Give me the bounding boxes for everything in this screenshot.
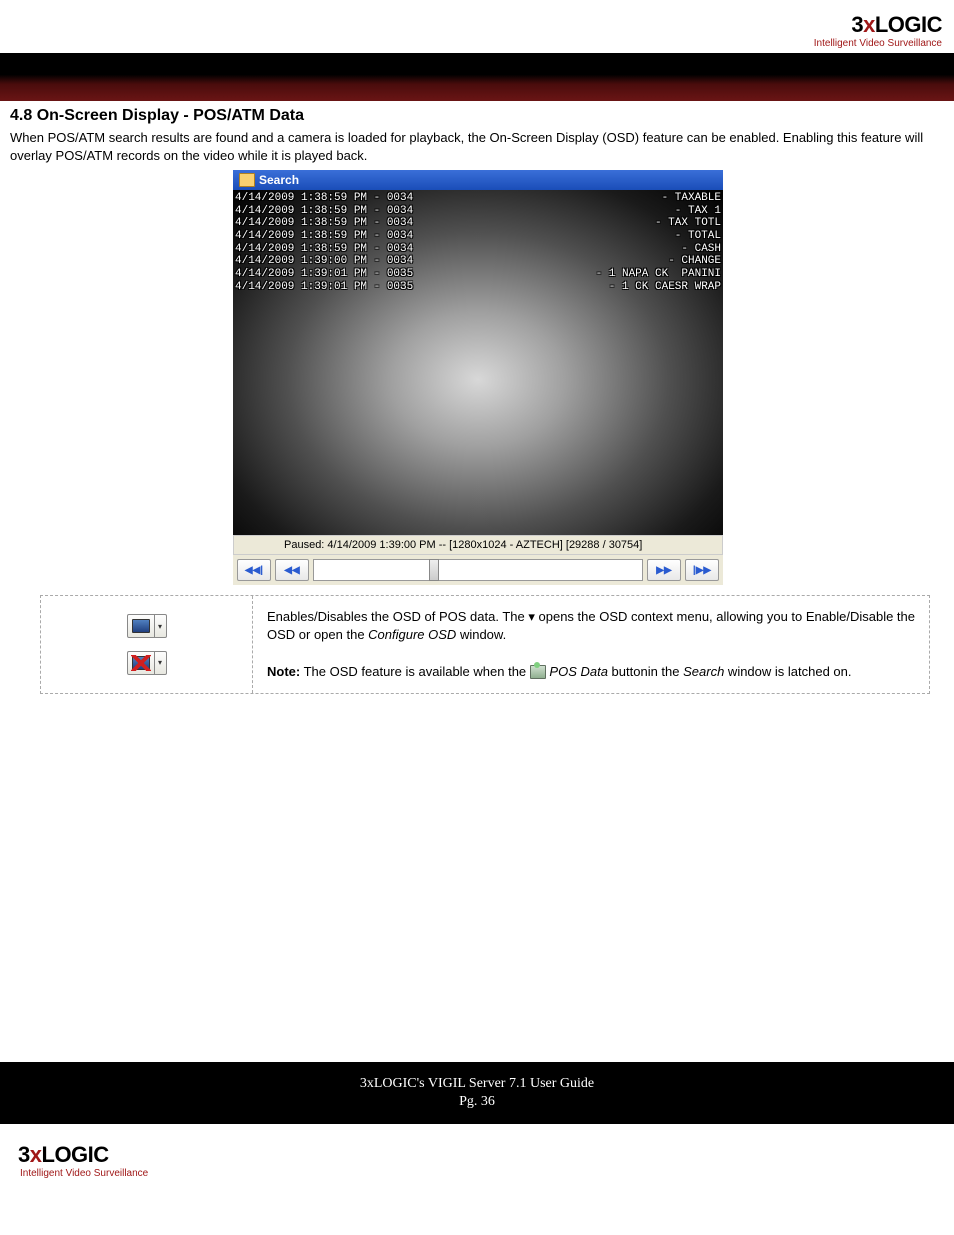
monitor-icon — [127, 614, 155, 638]
search-title: Search — [259, 173, 299, 187]
footer-band: 3xLOGIC's VIGIL Server 7.1 User Guide Pg… — [0, 1062, 954, 1124]
logo-tagline: Intelligent Video Surveillance — [0, 38, 942, 49]
forward-fast-button[interactable]: |▶▶ — [685, 559, 719, 581]
playback-slider[interactable] — [313, 559, 643, 581]
banner-bar — [0, 53, 954, 101]
folder-icon — [239, 173, 255, 187]
section-heading: 4.8 On-Screen Display - POS/ATM Data — [10, 107, 946, 125]
osd-overlay: 4/14/2009 1:38:59 PM - 0034- TAXABLE4/14… — [235, 192, 721, 293]
note-label: Note: — [267, 664, 300, 679]
desc-line1: Enables/Disables the OSD of POS data. Th… — [267, 608, 915, 644]
dropdown-icon[interactable]: ▾ — [155, 614, 167, 638]
playback-status: Paused: 4/14/2009 1:39:00 PM -- [1280x10… — [233, 535, 723, 555]
pos-data-ref: POS Data — [549, 664, 608, 679]
osd-row: 4/14/2009 1:38:59 PM - 0034- TAX TOTL — [235, 217, 721, 230]
osd-row: 4/14/2009 1:38:59 PM - 0034- TAXABLE — [235, 192, 721, 205]
rewind-button[interactable]: ◀◀ — [275, 559, 309, 581]
logo: 3xLOGIC — [0, 12, 942, 38]
osd-row: 4/14/2009 1:39:01 PM - 0035- 1 CK CAESR … — [235, 281, 721, 294]
logo-logic: LOGIC — [875, 12, 942, 37]
rewind-fast-button[interactable]: ◀◀| — [237, 559, 271, 581]
footer-title: 3xLOGIC's VIGIL Server 7.1 User Guide — [0, 1076, 954, 1092]
logo: 3xLOGIC — [18, 1142, 954, 1168]
search-window-screenshot: Search 4/14/2009 1:38:59 PM - 0034- TAXA… — [233, 170, 723, 585]
icon-cell: ▾ ▾ — [41, 596, 253, 693]
logo-3: 3 — [851, 12, 863, 37]
logo-x: x — [863, 12, 875, 37]
osd-row: 4/14/2009 1:38:59 PM - 0034- TAX 1 — [235, 205, 721, 218]
pos-data-icon — [530, 665, 546, 679]
footer-logo-block: 3xLOGIC Intelligent Video Surveillance — [0, 1124, 954, 1191]
slider-thumb[interactable] — [429, 559, 439, 581]
intro-paragraph: When POS/ATM search results are found an… — [10, 129, 946, 164]
footer-page: Pg. 36 — [0, 1094, 954, 1110]
monitor-disabled-icon — [127, 651, 155, 675]
desc-note: Note: The OSD feature is available when … — [267, 663, 915, 681]
whitespace-filler — [0, 702, 954, 1062]
osd-enable-button[interactable]: ▾ — [127, 614, 167, 638]
dropdown-icon[interactable]: ▾ — [155, 651, 167, 675]
content-area: 4.8 On-Screen Display - POS/ATM Data Whe… — [0, 101, 954, 702]
video-frame: 4/14/2009 1:38:59 PM - 0034- TAXABLE4/14… — [233, 190, 723, 535]
search-window-ref: Search — [683, 664, 724, 679]
logo-tagline: Intelligent Video Surveillance — [20, 1168, 954, 1179]
osd-disable-button[interactable]: ▾ — [127, 651, 167, 675]
forward-button[interactable]: ▶▶ — [647, 559, 681, 581]
header-logo-block: 3xLOGIC Intelligent Video Surveillance — [0, 0, 954, 53]
description-text: Enables/Disables the OSD of POS data. Th… — [253, 596, 929, 693]
description-table: ▾ ▾ Enables/Disables the OSD of POS data… — [40, 595, 930, 694]
osd-row: 4/14/2009 1:38:59 PM - 0034- CASH — [235, 243, 721, 256]
osd-row: 4/14/2009 1:39:01 PM - 0035- 1 NAPA CK P… — [235, 268, 721, 281]
player-controls: ◀◀| ◀◀ ▶▶ |▶▶ — [233, 555, 723, 585]
osd-row: 4/14/2009 1:39:00 PM - 0034- CHANGE — [235, 255, 721, 268]
osd-row: 4/14/2009 1:38:59 PM - 0034- TOTAL — [235, 230, 721, 243]
configure-osd-ref: Configure OSD — [368, 627, 456, 642]
search-titlebar: Search — [233, 170, 723, 190]
